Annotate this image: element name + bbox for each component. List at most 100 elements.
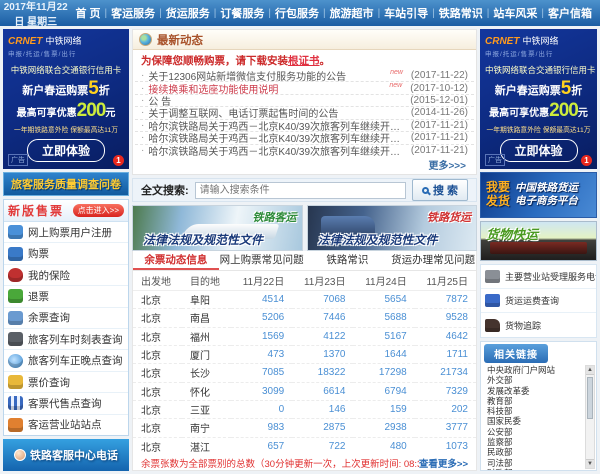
ad-footer: 广告 1 xyxy=(8,154,124,166)
related-link[interactable]: 司法部 xyxy=(487,458,583,468)
passenger-tag: 铁路客运 xyxy=(253,209,297,225)
freight-ecommerce-banner[interactable]: 我要发货 中国铁路货运电子商务平台 xyxy=(480,172,597,218)
ad-tagline: 申报/托运/售票/出行 xyxy=(485,48,592,58)
search-button[interactable]: 搜 索 xyxy=(412,179,468,201)
news-more-link[interactable]: 更多>>> xyxy=(133,156,476,174)
related-link[interactable]: 公安部 xyxy=(487,427,583,437)
menu-item-register[interactable]: 网上购票用户注册 xyxy=(4,222,128,243)
nav-item-catering[interactable]: 订餐服务 xyxy=(216,5,268,21)
nav-item-station-style[interactable]: 站车风采 xyxy=(489,5,541,21)
regulation-banners: 铁路客运 法律法规及规范性文件 铁路货运 法律法规及规范性文件 xyxy=(132,205,477,251)
search-icon xyxy=(422,187,429,194)
table-row[interactable]: 北京南昌5206744656889528 xyxy=(133,309,476,327)
menu-item-stations[interactable]: 客运营业站站点 xyxy=(4,415,128,435)
scroll-up-arrow-icon[interactable]: ▲ xyxy=(586,366,594,375)
table-row[interactable]: 北京厦门473137016441711 xyxy=(133,345,476,363)
credit-card-ad-banner-right[interactable]: CRNET 中铁网络 申报/托运/售票/出行 中铁网络联合交通银行信用卡 新户春… xyxy=(480,29,597,169)
service-survey-banner[interactable]: 旅客服务质量调查问卷 xyxy=(3,172,129,196)
menu-item-fare-query[interactable]: 票价查询 xyxy=(4,372,128,393)
related-links-title: 相关链接 xyxy=(484,344,548,363)
links-scrollbar[interactable]: ▲ ▼ xyxy=(585,365,595,469)
clock-icon xyxy=(8,354,23,368)
ticket-query-icon xyxy=(8,311,23,325)
related-link[interactable]: 外交部 xyxy=(487,375,583,385)
related-link[interactable]: 财政部 xyxy=(487,468,583,470)
nav-item-passenger-service[interactable]: 客运服务 xyxy=(107,5,159,21)
table-row[interactable]: 北京怀化3099661467947329 xyxy=(133,382,476,400)
nav-item-railway-knowledge[interactable]: 铁路常识 xyxy=(435,5,487,21)
menu-item-insurance[interactable]: 我的保险 xyxy=(4,265,128,286)
ad-badge: 1 xyxy=(113,155,124,166)
nav-item-travel-mall[interactable]: 旅游超市 xyxy=(326,5,378,21)
related-link[interactable]: 发展改革委 xyxy=(487,386,583,396)
table-footer: 余票张数为全部票别的总数（30分钟更新一次，上次更新时间: 08:38） 查看更… xyxy=(133,455,476,470)
menu-item-freight-rates[interactable]: 货运运费查询 xyxy=(481,289,596,313)
passenger-regulations-banner[interactable]: 铁路客运 法律法规及规范性文件 xyxy=(132,205,303,251)
ad-line4: 一年期铁路意外险 保额最高达11万 xyxy=(8,124,124,134)
new-badge: new xyxy=(390,69,403,76)
root-certificate-link[interactable]: 根证书 xyxy=(288,55,320,67)
related-links-panel: 相关链接 中央政府门户网站 外交部 发展改革委 教育部 科技部 国家民委 公安部… xyxy=(480,341,597,471)
news-title: 最新动态 xyxy=(157,32,203,48)
tab-freight-faq[interactable]: 货运办理常见问题 xyxy=(390,251,476,270)
news-item: ·哈尔滨铁路局关于鸡西－北京K40/39次旅客列车继续开行等其他事项的...(2… xyxy=(135,145,474,156)
top-navigation-bar: 2017年11月22日 星期三 首 页| 客运服务| 货运服务| 订餐服务| 行… xyxy=(0,0,600,26)
menu-item-agency[interactable]: 客票代售点查询 xyxy=(4,393,128,414)
menu-item-buy-ticket[interactable]: 购票 xyxy=(4,243,128,264)
globe-icon xyxy=(139,33,152,46)
tab-remaining-tickets[interactable]: 余票动态信息 xyxy=(133,251,219,270)
related-links-list: 中央政府门户网站 外交部 发展改革委 教育部 科技部 国家民委 公安部 监察部 … xyxy=(481,364,596,470)
table-row[interactable]: 北京福州1569412251674642 xyxy=(133,327,476,345)
nav-item-station-guide[interactable]: 车站引导 xyxy=(380,5,432,21)
nav-item-home[interactable]: 首 页 xyxy=(71,5,104,21)
col-date-3: 11月24日 xyxy=(353,271,414,291)
new-badge: new xyxy=(389,82,402,89)
related-link[interactable]: 国家民委 xyxy=(487,416,583,426)
menu-item-ticket-query[interactable]: 余票查询 xyxy=(4,308,128,329)
main-content: CRNET 中铁网络 申报/托运/售票/出行 中铁网络联合交通银行信用卡 新户春… xyxy=(0,26,600,474)
table-row[interactable]: 北京南宁983287529383777 xyxy=(133,419,476,437)
see-more-link[interactable]: 查看更多>> xyxy=(419,456,468,470)
freight-platform-label: 中国铁路货运电子商务平台 xyxy=(515,182,578,208)
menu-item-cargo-tracking[interactable]: 货物追踪 xyxy=(481,313,596,337)
scrollbar-thumb[interactable] xyxy=(587,377,593,419)
crnet-logo-cn: 中铁网络 xyxy=(46,36,82,46)
news-header: 最新动态 xyxy=(133,30,476,50)
info-tabs: 余票动态信息 网上购票常见问题 铁路常识 货运办理常见问题 xyxy=(132,251,477,271)
agent-avatar xyxy=(14,449,26,461)
nav-item-freight-service[interactable]: 货运服务 xyxy=(162,5,214,21)
menu-item-refund[interactable]: 退票 xyxy=(4,286,128,307)
table-row[interactable]: 北京三亚0146159202 xyxy=(133,400,476,418)
scroll-down-arrow-icon[interactable]: ▼ xyxy=(586,459,594,468)
related-link[interactable]: 监察部 xyxy=(487,437,583,447)
related-link[interactable]: 科技部 xyxy=(487,406,583,416)
table-row[interactable]: 北京长沙7085183221729821734 xyxy=(133,364,476,382)
related-link[interactable]: 中央政府门户网站 xyxy=(487,365,583,375)
agency-storefront-icon xyxy=(8,396,23,410)
related-link[interactable]: 民政部 xyxy=(487,447,583,457)
menu-item-timetable[interactable]: 旅客列车时刻表查询 xyxy=(4,329,128,350)
search-label: 全文搜索: xyxy=(141,182,189,198)
related-links-header: 相关链接 xyxy=(481,342,596,364)
related-link[interactable]: 教育部 xyxy=(487,396,583,406)
fulltext-search-bar: 全文搜索: 搜 索 xyxy=(132,178,477,202)
nav-item-luggage[interactable]: 行包服务 xyxy=(271,5,323,21)
table-row[interactable]: 北京阜阳4514706856547872 xyxy=(133,291,476,309)
menu-title: 新版售票 xyxy=(8,202,64,219)
menu-item-station-phones[interactable]: 主要营业站受理服务电话 xyxy=(481,265,596,289)
table-row[interactable]: 北京湛江6577224801073 xyxy=(133,437,476,455)
ticketing-menu-panel: 新版售票 点击进入>> 网上购票用户注册 购票 我的保险 退票 余票查询 旅客列… xyxy=(3,199,129,436)
ship-goods-label: 我要发货 xyxy=(486,181,510,209)
customer-service-phone-banner[interactable]: 铁路客服中心电话 xyxy=(3,439,129,471)
search-input[interactable] xyxy=(195,182,406,199)
tab-online-purchase-faq[interactable]: 网上购票常见问题 xyxy=(219,251,305,270)
freight-regulations-banner[interactable]: 铁路货运 法律法规及规范性文件 xyxy=(307,205,478,251)
credit-card-ad-banner-left[interactable]: CRNET 中铁网络 申报/托运/售票/出行 中铁网络联合交通银行信用卡 新户春… xyxy=(3,29,129,169)
cargo-express-banner[interactable]: 货物快运 xyxy=(480,221,597,261)
enter-button[interactable]: 点击进入>> xyxy=(73,204,124,217)
center-column: 最新动态 为保障您顺畅购票，请下载安装根证书。 ·关于12306网站新增微信支付… xyxy=(132,29,477,471)
nav-item-customer-mailbox[interactable]: 客户信箱 xyxy=(544,5,596,21)
col-destination: 目的地 xyxy=(182,271,231,291)
tab-railway-knowledge[interactable]: 铁路常识 xyxy=(305,251,391,270)
menu-item-punctuality[interactable]: 旅客列车正晚点查询 xyxy=(4,350,128,371)
